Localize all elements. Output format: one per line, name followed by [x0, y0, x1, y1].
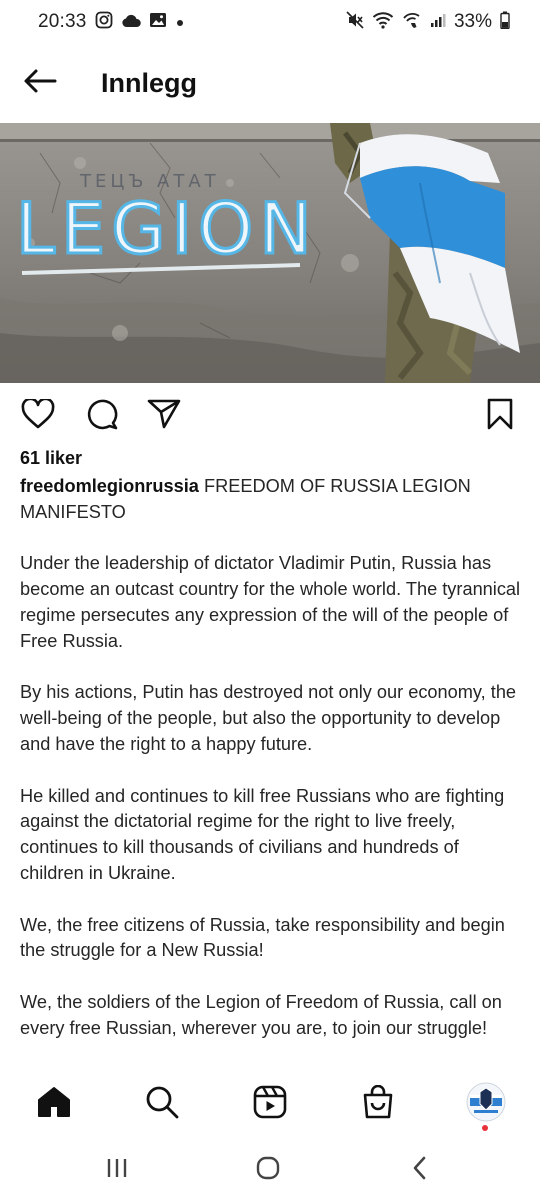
graffiti-text: LEGION [16, 188, 318, 270]
instagram-icon [95, 11, 113, 34]
recents-icon [105, 1157, 129, 1184]
reels-icon [253, 1085, 287, 1124]
post-actions [0, 392, 540, 438]
nav-profile[interactable] [462, 1080, 510, 1128]
wifi-call-icon [402, 11, 422, 34]
bottom-nav [0, 1070, 540, 1138]
recents-button[interactable] [97, 1152, 137, 1188]
nav-search[interactable] [138, 1080, 186, 1128]
heart-icon [21, 397, 55, 434]
home-icon [37, 1086, 71, 1123]
post-caption: freedomlegionrussia FREEDOM OF RUSSIA LE… [20, 474, 524, 1042]
bookmark-icon [486, 398, 514, 435]
save-button[interactable] [480, 396, 520, 436]
signal-icon [430, 12, 446, 33]
caption-header: freedomlegionrussia FREEDOM OF RUSSIA LE… [20, 474, 524, 526]
likes-count[interactable]: 61 liker [20, 448, 82, 469]
nav-shop[interactable] [354, 1080, 402, 1128]
dot-icon [175, 12, 185, 33]
system-nav [0, 1140, 540, 1200]
back-button[interactable] [0, 44, 80, 122]
image-icon [149, 12, 167, 33]
status-left: 20:33 [38, 11, 185, 34]
nav-home[interactable] [30, 1080, 78, 1128]
battery-percent: 33% [453, 11, 492, 32]
notification-dot [482, 1125, 488, 1131]
like-button[interactable] [18, 396, 58, 436]
arrow-left-icon [23, 68, 57, 99]
home-system-button[interactable] [248, 1152, 288, 1188]
app-header: Innlegg [0, 44, 540, 122]
home-circle-icon [255, 1155, 281, 1186]
profile-avatar [466, 1082, 506, 1127]
caption-paragraph: By his actions, Putin has destroyed not … [20, 682, 517, 754]
wifi-icon [372, 11, 394, 34]
caption-paragraph: He killed and continues to kill free Rus… [20, 785, 505, 883]
status-right: 33% [346, 10, 510, 34]
page-title: Innlegg [101, 67, 197, 98]
battery-icon [500, 11, 510, 34]
username-link[interactable]: freedomlegionrussia [20, 476, 199, 496]
comment-icon [85, 397, 119, 436]
shop-icon [361, 1084, 395, 1124]
caption-paragraph: Under the leadership of dictator Vladimi… [20, 553, 521, 651]
back-chevron-icon [410, 1156, 430, 1185]
caption-paragraph: We, the free citizens of Russia, take re… [20, 914, 505, 961]
send-icon [147, 398, 181, 435]
share-button[interactable] [144, 396, 184, 436]
status-time: 20:33 [38, 11, 87, 32]
search-icon [145, 1085, 179, 1124]
cloud-icon [121, 12, 141, 33]
back-system-button[interactable] [400, 1152, 440, 1188]
status-bar: 20:33 33% [0, 0, 540, 44]
caption-paragraph: We, the soldiers of the Legion of Freedo… [20, 991, 502, 1038]
nav-reels[interactable] [246, 1080, 294, 1128]
post-image[interactable]: ТЕЦЪ АТАТ LEGION [0, 123, 540, 383]
comment-button[interactable] [82, 396, 122, 436]
mute-icon [346, 10, 364, 34]
